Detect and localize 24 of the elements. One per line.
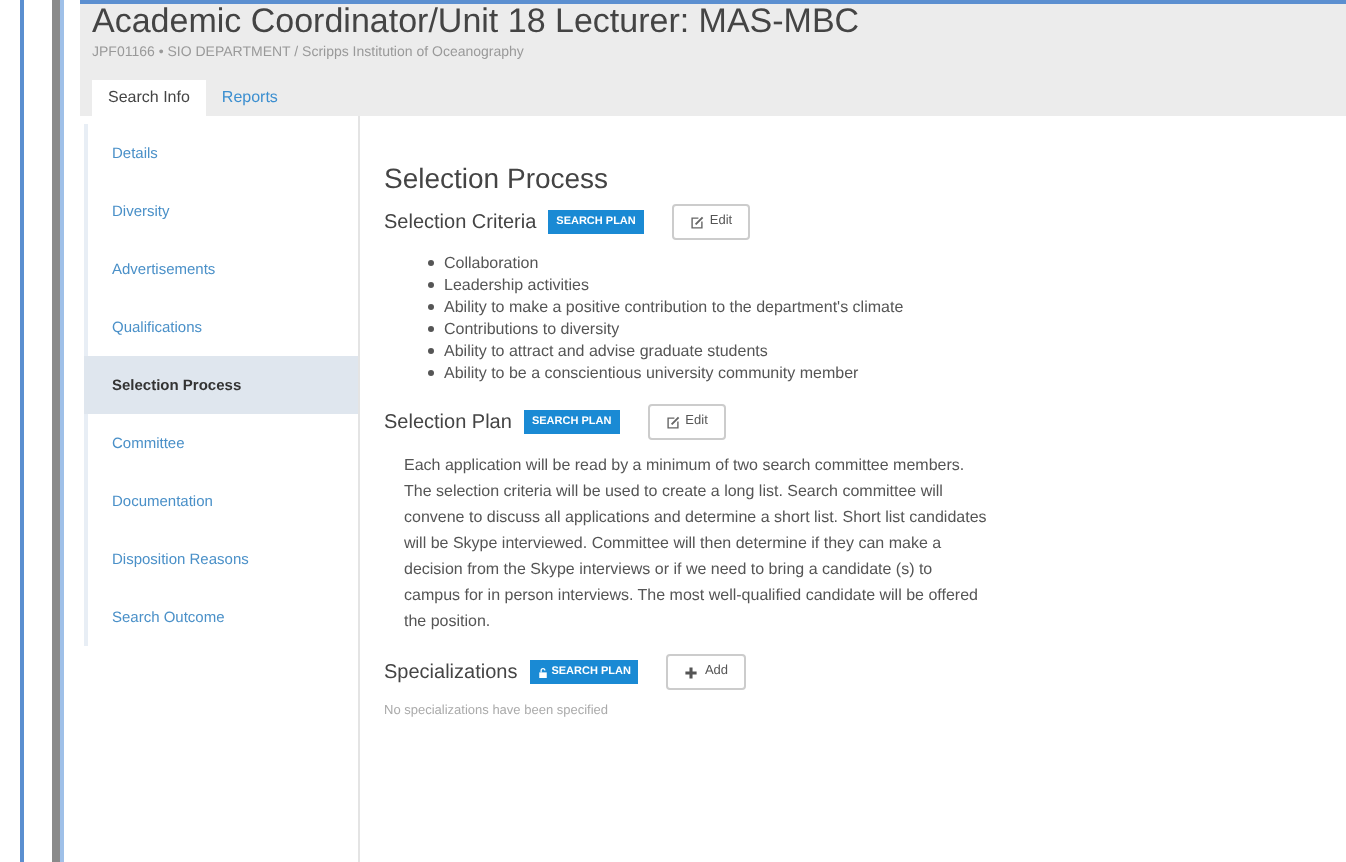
criteria-item: Ability to make a positive contribution to the department's climate [444, 296, 904, 318]
criteria-item: Contributions to diversity [444, 318, 620, 340]
subsection-title: Selection Criteria [384, 209, 537, 237]
criteria-item: Collaboration [444, 252, 539, 274]
tab[interactable]: Search Info [92, 80, 206, 116]
pencil-square-icon [689, 215, 704, 229]
subsection-title: Selection Plan [384, 409, 512, 437]
plan-text: Each application will be read by a minimum of two search committee members. The selection criteria will be used to create a long list. Search committee will convene to discuss all applications and determine a short list. Short list candidates will be Skype interviewed. Committee will then determine if they can make a decision from the Skype interviews or if we need to bring a candidate (s) to campus for in person interviews. The most well-qualified candidate will be offered the position. [404, 454, 988, 634]
tab[interactable]: Reports [205, 80, 294, 116]
bullet-icon [428, 260, 434, 266]
bullet-icon [428, 282, 434, 288]
bullet-icon [428, 370, 434, 376]
pencil-square-icon [665, 415, 680, 429]
lock-icon [537, 667, 548, 677]
bullet-icon [428, 348, 434, 354]
bullet-icon [428, 326, 434, 332]
criteria-item: Ability to attract and advise graduate students [444, 340, 768, 362]
criteria-item: Leadership activities [444, 274, 589, 296]
criteria-item: Ability to be a conscientious university community member [444, 362, 859, 384]
subsection-title: Specializations [384, 659, 518, 687]
page-title: Academic Coordinator/Unit 18 Lecturer: MAS-MBC [92, 4, 862, 40]
plus-icon [684, 665, 699, 679]
bullet-icon [428, 304, 434, 310]
section-heading: Selection Process [384, 160, 611, 196]
